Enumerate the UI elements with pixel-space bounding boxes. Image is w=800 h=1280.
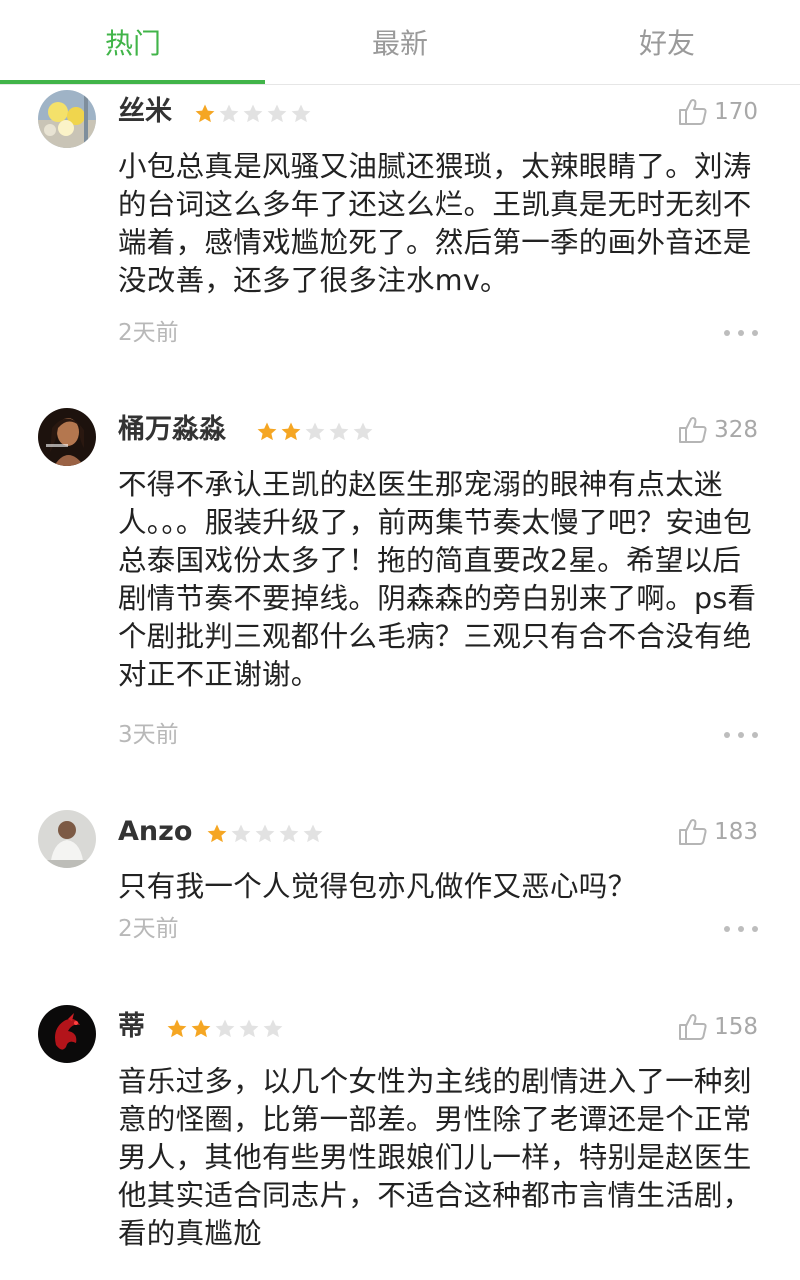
star-empty-icon xyxy=(353,422,373,441)
star-empty-icon xyxy=(329,422,349,441)
more-options-icon[interactable] xyxy=(724,328,758,338)
like-count: 183 xyxy=(714,819,758,845)
like-count: 158 xyxy=(714,1014,758,1040)
more-options-icon[interactable] xyxy=(724,730,758,740)
star-filled-icon xyxy=(207,824,227,843)
thumbs-up-icon xyxy=(678,818,708,846)
star-empty-icon xyxy=(239,1019,259,1038)
thumbs-up-icon xyxy=(678,1013,708,1041)
commenter-name[interactable]: 丝米 xyxy=(118,92,172,132)
tab-hot[interactable]: 热门 xyxy=(0,0,266,84)
comment-text: 小包总真是风骚又油腻还猥琐，太辣眼睛了。刘涛的台词这么多年了还这么烂。王凯真是无… xyxy=(118,150,752,297)
comment-text: 不得不承认王凯的赵医生那宠溺的眼神有点太迷人。。。服装升级了，前两集节奏太慢了吧… xyxy=(118,468,757,691)
star-rating xyxy=(206,823,324,845)
avatar[interactable] xyxy=(38,90,96,148)
star-filled-icon xyxy=(257,422,277,441)
comment-text: 只有我一个人觉得包亦凡做作又恶心吗？ xyxy=(118,870,637,903)
star-empty-icon xyxy=(219,104,239,123)
star-rating xyxy=(166,1018,284,1040)
thumbs-up-icon xyxy=(678,98,708,126)
star-empty-icon xyxy=(255,824,275,843)
comment-time: 2天前 xyxy=(118,320,179,346)
star-filled-icon xyxy=(195,104,215,123)
like-count: 328 xyxy=(714,417,758,443)
star-empty-icon xyxy=(263,1019,283,1038)
star-empty-icon xyxy=(291,104,311,123)
star-empty-icon xyxy=(243,104,263,123)
star-rating xyxy=(256,421,374,443)
active-tab-indicator xyxy=(0,80,265,84)
more-options-icon[interactable] xyxy=(724,924,758,934)
avatar[interactable] xyxy=(38,810,96,868)
thumbs-up-icon xyxy=(678,416,708,444)
commenter-name[interactable]: 桶万淼淼 xyxy=(118,410,226,450)
star-empty-icon xyxy=(267,104,287,123)
avatar[interactable] xyxy=(38,1005,96,1063)
avatar[interactable] xyxy=(38,408,96,466)
like-count: 170 xyxy=(714,99,758,125)
commenter-name[interactable]: Anzo xyxy=(118,812,192,852)
star-filled-icon xyxy=(191,1019,211,1038)
comment-time: 3天前 xyxy=(118,722,179,748)
comment-text: 音乐过多，以几个女性为主线的剧情进入了一种刻意的怪圈，比第一部差。男性除了老谭还… xyxy=(118,1065,752,1250)
tab-friends[interactable]: 好友 xyxy=(534,0,800,84)
star-filled-icon xyxy=(281,422,301,441)
like-button[interactable]: 170 xyxy=(678,98,758,126)
tab-bar: 热门 最新 好友 xyxy=(0,0,800,85)
star-empty-icon xyxy=(305,422,325,441)
star-empty-icon xyxy=(303,824,323,843)
star-rating xyxy=(194,103,312,125)
comment-time: 2天前 xyxy=(118,916,179,942)
like-button[interactable]: 183 xyxy=(678,818,758,846)
tab-latest[interactable]: 最新 xyxy=(267,0,533,84)
like-button[interactable]: 328 xyxy=(678,416,758,444)
like-button[interactable]: 158 xyxy=(678,1013,758,1041)
star-empty-icon xyxy=(215,1019,235,1038)
commenter-name[interactable]: 蒂 xyxy=(118,1007,145,1047)
star-empty-icon xyxy=(279,824,299,843)
star-filled-icon xyxy=(167,1019,187,1038)
star-empty-icon xyxy=(231,824,251,843)
